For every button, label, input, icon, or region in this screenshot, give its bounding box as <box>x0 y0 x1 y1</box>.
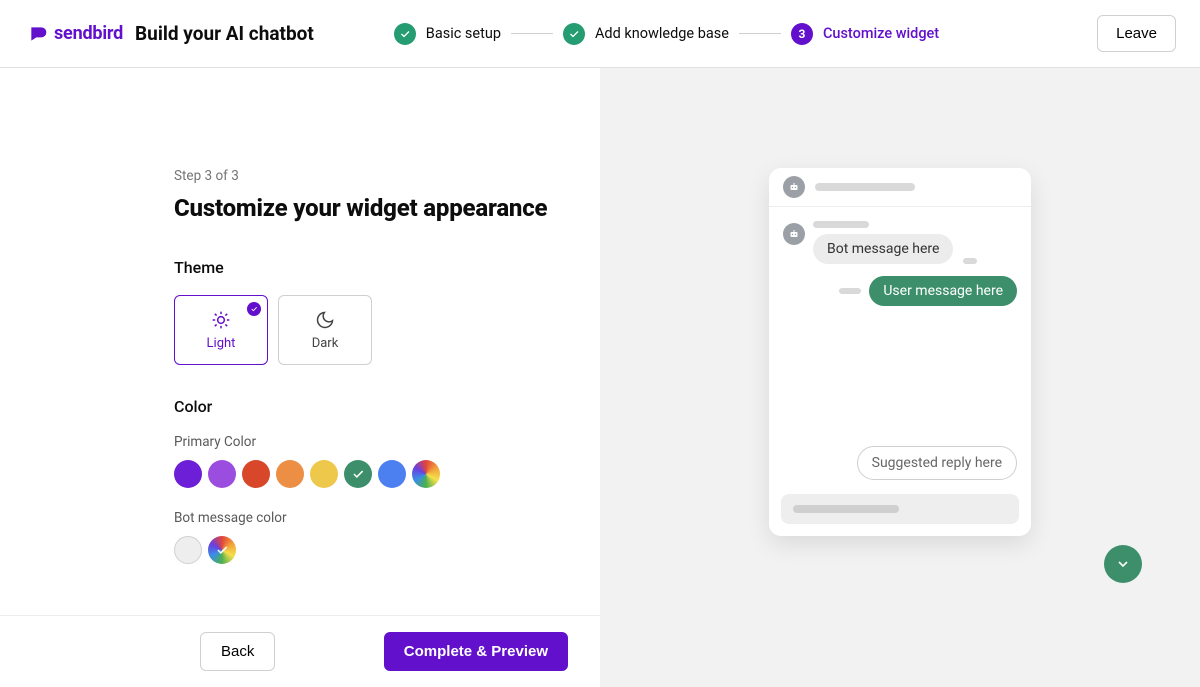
primary-color-swatch-d9472b[interactable] <box>242 460 270 488</box>
theme-option-label: Dark <box>312 336 339 351</box>
widget-input[interactable] <box>781 494 1019 524</box>
bot-message-block: Bot message here <box>783 221 1017 264</box>
widget-toggle-fab[interactable] <box>1104 545 1142 583</box>
config-panel: Step 3 of 3 Customize your widget appear… <box>0 68 600 687</box>
step-knowledge-base[interactable]: Add knowledge base <box>563 23 729 45</box>
page-title: Build your AI chatbot <box>135 22 314 45</box>
stepper: Basic setup Add knowledge base 3 Customi… <box>394 23 939 45</box>
sun-icon <box>211 310 231 330</box>
step-separator <box>511 33 553 34</box>
primary-color-swatch-6c1fd6[interactable] <box>174 460 202 488</box>
primary-color-swatch-custom[interactable] <box>412 460 440 488</box>
theme-label: Theme <box>174 258 560 277</box>
leave-button[interactable]: Leave <box>1097 15 1176 52</box>
footer: Back Complete & Preview <box>0 615 600 687</box>
bot-message-bubble: Bot message here <box>813 234 953 264</box>
user-message-bubble: User message here <box>869 276 1017 306</box>
placeholder-line <box>813 221 869 228</box>
step-label: Add knowledge base <box>595 25 729 42</box>
check-icon <box>563 23 585 45</box>
header: sendbird Build your AI chatbot Basic set… <box>0 0 1200 68</box>
check-icon <box>215 543 229 557</box>
widget-preview: Bot message here User message here Sugge… <box>769 168 1031 536</box>
bot-avatar-icon <box>783 176 805 198</box>
bot-color-swatch-eeeeee[interactable] <box>174 536 202 564</box>
step-number-badge: 3 <box>791 23 813 45</box>
heading: Customize your widget appearance <box>174 194 560 222</box>
theme-option-light[interactable]: Light <box>174 295 268 365</box>
primary-color-swatch-3c8f6a[interactable] <box>344 460 372 488</box>
check-icon <box>351 467 365 481</box>
check-icon <box>394 23 416 45</box>
selected-badge-icon <box>247 302 261 316</box>
brand-name: sendbird <box>54 23 123 44</box>
preview-panel: Bot message here User message here Sugge… <box>600 68 1200 687</box>
primary-color-swatch-ec8f45[interactable] <box>276 460 304 488</box>
theme-option-label: Light <box>207 336 236 351</box>
step-separator <box>739 33 781 34</box>
bot-color-swatches <box>174 536 560 564</box>
step-basic-setup[interactable]: Basic setup <box>394 23 501 45</box>
suggested-reply-chip[interactable]: Suggested reply here <box>857 446 1017 480</box>
placeholder-line <box>793 505 899 513</box>
back-button[interactable]: Back <box>200 632 275 671</box>
placeholder-line <box>839 288 861 294</box>
placeholder-line <box>815 183 915 191</box>
moon-icon <box>315 310 335 330</box>
bot-color-swatch-custom[interactable] <box>208 536 236 564</box>
step-progress-text: Step 3 of 3 <box>174 168 560 184</box>
placeholder-line <box>963 258 977 264</box>
main: Step 3 of 3 Customize your widget appear… <box>0 68 1200 687</box>
step-label: Customize widget <box>823 25 939 42</box>
step-customize-widget[interactable]: 3 Customize widget <box>791 23 939 45</box>
user-message-block: User message here <box>783 276 1017 306</box>
primary-color-swatch-eec84a[interactable] <box>310 460 338 488</box>
theme-options: Light Dark <box>174 295 560 365</box>
complete-preview-button[interactable]: Complete & Preview <box>384 632 568 671</box>
theme-option-dark[interactable]: Dark <box>278 295 372 365</box>
primary-color-label: Primary Color <box>174 434 560 450</box>
step-label: Basic setup <box>426 25 501 42</box>
widget-body: Bot message here User message here Sugge… <box>769 207 1031 494</box>
primary-color-swatch-4c7ff0[interactable] <box>378 460 406 488</box>
brand-logo-icon <box>28 24 48 44</box>
primary-color-swatches <box>174 460 560 488</box>
bot-avatar-icon <box>783 223 805 245</box>
chevron-down-icon <box>1115 556 1131 572</box>
bot-color-label: Bot message color <box>174 510 560 526</box>
color-label: Color <box>174 397 560 416</box>
brand: sendbird <box>28 23 123 44</box>
widget-header <box>769 168 1031 207</box>
primary-color-swatch-9b4de0[interactable] <box>208 460 236 488</box>
